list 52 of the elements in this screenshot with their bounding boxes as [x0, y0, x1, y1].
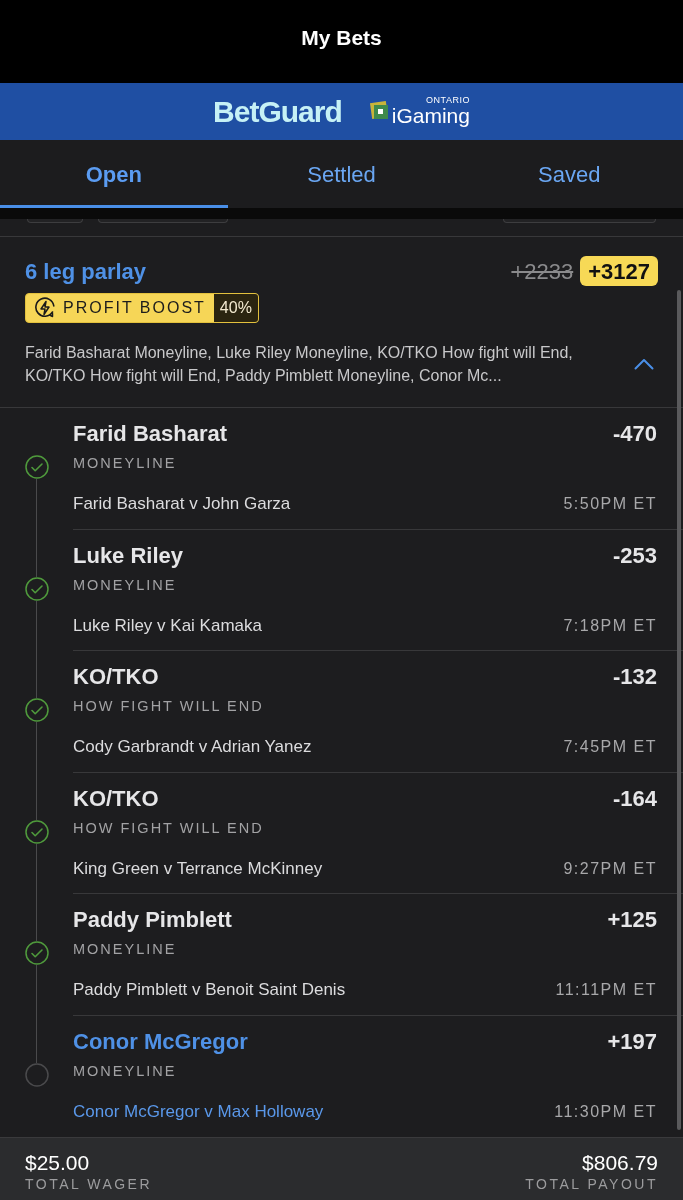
leg-time: 11:11PM ET: [555, 980, 657, 1000]
leg-time: 11:30PM ET: [554, 1101, 657, 1122]
filter-chip[interactable]: [98, 219, 228, 223]
boost-percent: 40%: [213, 294, 258, 322]
leg-matchup: Conor McGregor v Max Holloway: [73, 1100, 324, 1123]
leg-selection: Farid Basharat: [73, 421, 228, 447]
lightning-bolt-icon: [34, 297, 56, 319]
leg-odds: +125: [607, 907, 657, 933]
payout-amount: $806.79: [582, 1151, 658, 1175]
leg-market: MONEYLINE: [73, 454, 177, 473]
payout-label: TOTAL PAYOUT: [525, 1175, 658, 1193]
partner-logo-text: iGaming: [391, 105, 470, 127]
tab[interactable]: Settled: [227, 140, 456, 208]
leg-odds: -470: [612, 421, 657, 447]
leg-odds: -132: [612, 664, 657, 690]
tab[interactable]: Saved: [455, 140, 683, 208]
page-title: My Bets: [301, 24, 382, 51]
original-odds: +2233: [511, 257, 574, 286]
leg-market: MONEYLINE: [73, 575, 177, 595]
leg-matchup: King Green v Terrance McKinney: [73, 857, 323, 880]
leg-odds: -164: [612, 785, 657, 812]
leg-matchup: Luke Riley v Kai Kamaka: [73, 614, 262, 637]
leg-selection: Paddy Pimblett: [73, 907, 232, 933]
leg-time: 7:45PM ET: [563, 737, 657, 757]
bet-title: 6 leg parlay: [25, 257, 147, 286]
chevron-up-icon[interactable]: [634, 358, 654, 370]
boosted-odds: +3127: [580, 256, 658, 286]
leg-market: MONEYLINE: [73, 940, 177, 959]
leg-odds: +197: [607, 1028, 657, 1055]
leg-selection: KO/TKO: [73, 664, 159, 690]
wager-amount: $25.00: [25, 1151, 90, 1175]
leg-market: MONEYLINE: [73, 1061, 177, 1081]
filter-chip[interactable]: [27, 219, 83, 223]
leg-time: 5:50PM ET: [563, 494, 657, 514]
leg-time: 7:18PM ET: [563, 615, 657, 636]
leg-market: HOW FIGHT WILL END: [73, 818, 264, 838]
leg-market: HOW FIGHT WILL END: [73, 697, 264, 716]
leg-time: 9:27PM ET: [563, 858, 657, 879]
leg-matchup: Farid Basharat v John Garza: [73, 493, 291, 515]
profit-boost-label: PROFIT BOOST: [63, 298, 206, 318]
leg-selection: Conor McGregor: [73, 1028, 248, 1055]
partner-region-text: ONTARIO: [426, 96, 470, 105]
leg-selection: KO/TKO: [73, 785, 159, 812]
brand-logo-text: BetGuard: [213, 94, 342, 130]
bet-summary: Farid Basharat Moneyline, Luke Riley Moneyline, KO/TKO How fight will End, KO/TKO How fight will End, Paddy Pimblett Moneyline, Conor Mc...: [25, 343, 574, 386]
leg-selection: Luke Riley: [73, 542, 184, 569]
leg-matchup: Paddy Pimblett v Benoit Saint Denis: [73, 979, 346, 1001]
wager-label: TOTAL WAGER: [25, 1175, 153, 1193]
leg-odds: -253: [612, 542, 657, 569]
leg-matchup: Cody Garbrandt v Adrian Yanez: [73, 736, 312, 758]
filter-chip[interactable]: [503, 219, 656, 223]
tilted-squares-logo-icon: [369, 101, 390, 121]
